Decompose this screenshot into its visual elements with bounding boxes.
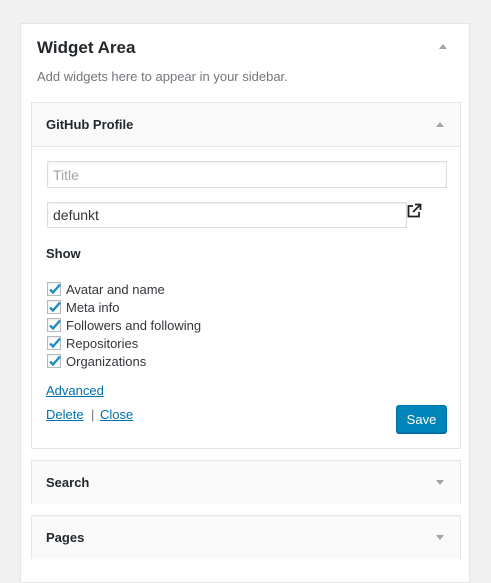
github-profile-widget: GitHub Profile Show Avatar and name Meta… (31, 102, 461, 449)
option-followers-and-following[interactable]: Followers and following (47, 317, 201, 333)
meta-info-checkbox-label: Meta info (66, 299, 120, 315)
option-organizations[interactable]: Organizations (47, 353, 146, 369)
advanced-link[interactable]: Advanced (46, 383, 104, 398)
option-avatar-and-name[interactable]: Avatar and name (47, 281, 165, 297)
organizations-checkbox-label: Organizations (66, 353, 147, 369)
expand-pages-widget-icon[interactable] (436, 535, 444, 540)
show-heading: Show (46, 246, 81, 261)
widget-area-title: Widget Area (37, 38, 136, 57)
github-profile-widget-title: GitHub Profile (46, 117, 134, 132)
pages-widget-header[interactable]: Pages (32, 516, 460, 559)
search-widget[interactable]: Search (31, 460, 461, 504)
title-input[interactable] (47, 161, 447, 188)
option-repositories[interactable]: Repositories (47, 335, 138, 351)
github-profile-widget-header[interactable]: GitHub Profile (32, 103, 460, 147)
repositories-checkbox-label: Repositories (66, 335, 139, 351)
avatar-checkbox-label: Avatar and name (66, 281, 165, 297)
widget-area-description: Add widgets here to appear in your sideb… (37, 69, 288, 84)
search-widget-title: Search (46, 475, 90, 490)
collapse-github-widget-icon[interactable] (436, 122, 444, 127)
followers-checkbox[interactable] (47, 318, 61, 332)
link-separator: | (91, 407, 95, 422)
followers-checkbox-label: Followers and following (66, 317, 202, 333)
delete-link[interactable]: Delete (46, 407, 84, 422)
option-meta-info[interactable]: Meta info (47, 299, 119, 315)
repositories-checkbox[interactable] (47, 336, 61, 350)
close-link[interactable]: Close (100, 407, 133, 422)
save-button[interactable]: Save (396, 405, 447, 433)
pages-widget[interactable]: Pages (31, 515, 461, 559)
search-widget-header[interactable]: Search (32, 461, 460, 504)
collapse-widget-area-icon[interactable] (439, 44, 447, 49)
widget-area-panel: Widget Area Add widgets here to appear i… (20, 23, 470, 583)
expand-search-widget-icon[interactable] (436, 480, 444, 485)
pages-widget-title: Pages (46, 530, 85, 545)
meta-info-checkbox[interactable] (47, 300, 61, 314)
external-link-icon[interactable] (406, 203, 422, 224)
avatar-checkbox[interactable] (47, 282, 61, 296)
organizations-checkbox[interactable] (47, 354, 61, 368)
github-username-input[interactable] (47, 202, 407, 228)
